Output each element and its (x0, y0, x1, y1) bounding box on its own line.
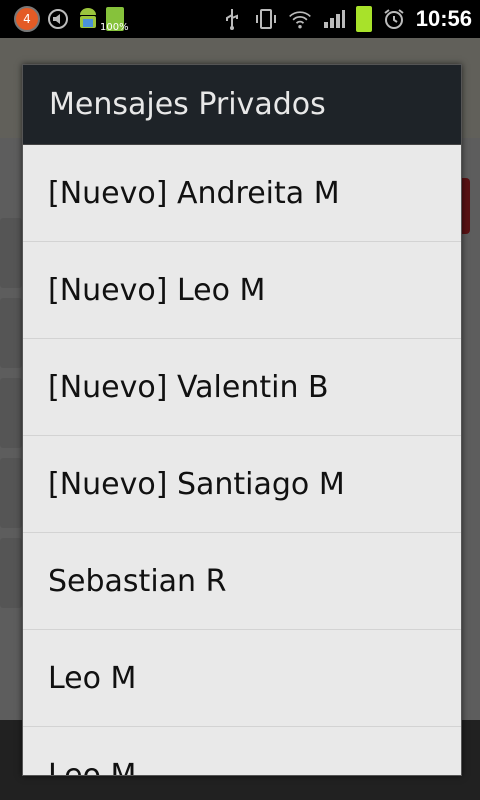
usb-icon (220, 7, 244, 31)
status-bar: 4 100% 10:56 (0, 0, 480, 38)
list-item[interactable]: [Nuevo] Santiago M (23, 436, 461, 533)
dialog-title: Mensajes Privados (23, 65, 461, 145)
volume-mute-icon (46, 7, 70, 31)
list-item[interactable]: Leo M (23, 727, 461, 776)
notification-count: 4 (23, 12, 31, 26)
battery-full-icon (355, 6, 372, 32)
signal-icon (322, 7, 346, 31)
list-item[interactable]: [Nuevo] Valentin B (23, 339, 461, 436)
android-icon (76, 7, 100, 31)
battery-icon: 100% (100, 7, 129, 33)
message-list[interactable]: [Nuevo] Andreita M [Nuevo] Leo M [Nuevo]… (23, 145, 461, 776)
list-item[interactable]: Leo M (23, 630, 461, 727)
status-clock: 10:56 (415, 6, 472, 31)
wifi-icon (288, 7, 312, 31)
notification-icon: 4 (14, 6, 40, 32)
private-messages-dialog: Mensajes Privados [Nuevo] Andreita M [Nu… (22, 64, 462, 776)
vibrate-icon (254, 7, 278, 31)
list-item[interactable]: Sebastian R (23, 533, 461, 630)
alarm-icon (382, 7, 406, 31)
list-item[interactable]: [Nuevo] Leo M (23, 242, 461, 339)
list-item[interactable]: [Nuevo] Andreita M (23, 145, 461, 242)
battery-percent: 100% (100, 22, 129, 33)
